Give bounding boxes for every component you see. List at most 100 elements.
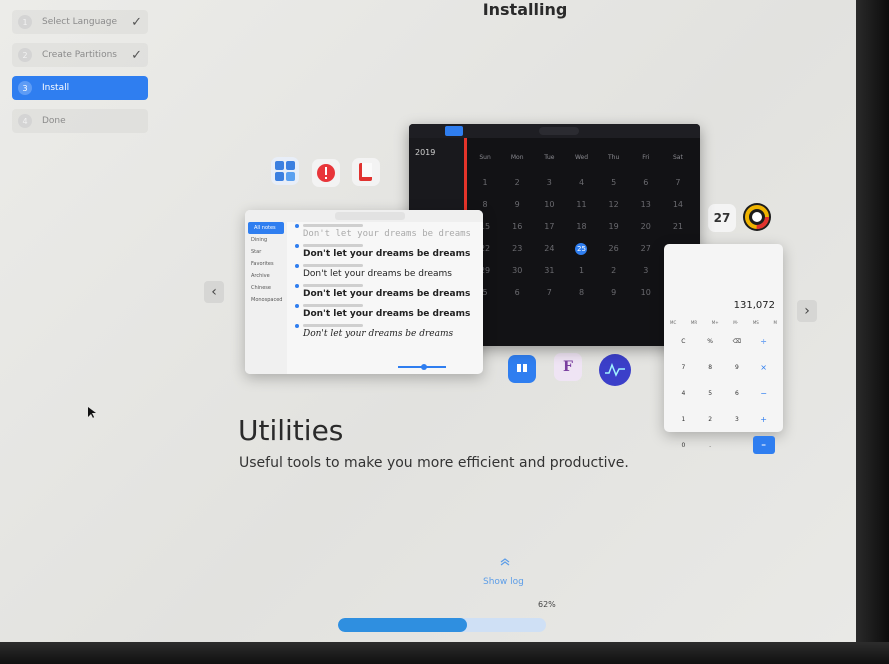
calculator-key: 7 — [681, 363, 686, 371]
slide-heading: Utilities — [238, 414, 344, 447]
calendar-day: 7 — [546, 288, 552, 297]
show-log-button[interactable]: Show log — [483, 577, 524, 587]
calendar-day: 1 — [482, 178, 488, 187]
calculator-key: 1 — [681, 415, 686, 423]
font-manager-app-icon: F — [554, 353, 582, 381]
weekday-label: Sat — [672, 154, 683, 161]
notes-sidebar-item: Archive — [251, 273, 270, 279]
memory-key: M — [773, 320, 777, 325]
calculator-key: = — [752, 436, 775, 454]
calendar-day: 23 — [512, 244, 523, 253]
step-label: Select Language — [42, 17, 118, 27]
calendar-day: 25 — [575, 243, 588, 255]
memory-key: MS — [752, 320, 759, 325]
weekday-label: Mon — [510, 154, 524, 161]
note-text: Don't let your dreams be dreams — [303, 249, 471, 259]
step-create-partitions: 2 Create Partitions ✓ — [12, 43, 148, 67]
calculator-key: 8 — [708, 363, 713, 371]
calendar-day: 27 — [640, 244, 651, 253]
calendar-day: 19 — [608, 222, 619, 231]
note-text: Don't let your dreams be dreams — [303, 229, 471, 239]
notes-sidebar-item: Favorites — [251, 261, 274, 267]
note-entry: Don't let your dreams be dreams — [293, 244, 473, 264]
slide-description: Useful tools to make you more efficient … — [239, 455, 629, 471]
calendar-day: 10 — [544, 200, 555, 209]
weekday-label: Thu — [607, 154, 620, 161]
calculator-memory-row: MC MR M+ M- MS M — [670, 320, 777, 325]
calendar-week-row: 1 2 3 4 5 6 7 — [469, 172, 694, 194]
memory-key: M- — [733, 320, 739, 325]
step-install: 3 Install — [12, 76, 148, 100]
calculator-key: 4 — [681, 389, 686, 397]
step-number: 2 — [18, 48, 32, 62]
notes-search-field — [335, 212, 405, 220]
calendar-week-row: 2930311234 — [469, 260, 694, 282]
note-meta — [303, 304, 363, 307]
voice-note-app-icon — [508, 355, 536, 383]
note-meta — [303, 324, 363, 327]
security-app-icon — [312, 159, 340, 187]
calendar-day: 6 — [514, 288, 520, 297]
calendar-day: 1 — [578, 266, 585, 275]
calendar-day: 10 — [640, 288, 651, 297]
calendar-day: 31 — [544, 266, 555, 275]
calculator-key: 9 — [734, 363, 739, 371]
calendar-day: 2 — [611, 266, 617, 275]
calendar-day: 16 — [512, 222, 523, 231]
install-progress-bar — [338, 618, 546, 632]
calendar-day: 8 — [578, 288, 585, 297]
zoom-slider-knob — [421, 364, 427, 370]
notes-list: Don't let your dreams be dreams Don't let… — [293, 224, 473, 344]
note-text: Don't let your dreams be dreams — [303, 309, 471, 319]
memory-key: MC — [670, 320, 677, 325]
calendar-day: 17 — [544, 222, 555, 231]
calendar-day: 9 — [611, 288, 617, 297]
step-select-language: 1 Select Language ✓ — [12, 10, 148, 34]
page-title: Installing — [482, 0, 568, 19]
calendar-day: 9 — [514, 200, 520, 209]
note-meta — [303, 264, 363, 267]
chevron-up-icon[interactable] — [500, 558, 510, 569]
calendar-day: 18 — [576, 222, 587, 231]
notes-sidebar-item: Dining — [251, 237, 268, 243]
monitor-bezel — [856, 0, 889, 664]
calendar-toolbar — [409, 124, 700, 138]
note-meta — [303, 244, 363, 247]
calculator-key: % — [707, 337, 713, 345]
calendar-day: 20 — [640, 222, 651, 231]
calculator-key: 0 — [681, 441, 686, 449]
weekday-label: Fri — [642, 154, 650, 161]
calculator-key: 6 — [734, 389, 739, 397]
audio-app-icon — [599, 354, 631, 386]
calculator-key: × — [760, 362, 767, 372]
calculator-key: 3 — [734, 415, 739, 423]
calculator-keypad: C% ⌫ ÷ 7 8 9 × 4 5 6 − 1 2 3 +0. = — [670, 332, 777, 454]
calendar-day: 6 — [643, 178, 649, 187]
previous-slide-button[interactable]: ‹ — [204, 281, 224, 303]
calculator-key: 2 — [708, 415, 713, 423]
calculator-key: − — [760, 388, 767, 398]
calendar-day: 3 — [643, 266, 649, 275]
calendar-year: 2019 — [415, 148, 436, 157]
calculator-preview-window: 131,072 MC MR M+ M- MS M C% ⌫ ÷ 7 8 9 × 4 5 6 − 1 2 3 +0. = — [664, 244, 783, 454]
memory-key: M+ — [711, 320, 719, 325]
note-entry: Don't let your dreams be dreams — [293, 264, 473, 284]
calculator-key: ⌫ — [732, 337, 742, 345]
calendar-week-row: 8 9 10 11 12 13 14 — [469, 194, 694, 216]
next-slide-button[interactable]: › — [797, 300, 817, 322]
notes-sidebar-item: Star — [251, 249, 262, 255]
calculator-key: . — [709, 441, 712, 449]
calculator-key: ÷ — [760, 336, 767, 346]
monitor-bezel — [0, 642, 889, 664]
check-icon: ✓ — [131, 47, 142, 63]
check-icon: ✓ — [131, 14, 142, 30]
weekday-label: Wed — [574, 154, 589, 161]
note-entry: Don't let your dreams be dreams — [293, 284, 473, 304]
note-dot — [295, 264, 299, 268]
note-dot — [295, 224, 299, 228]
weekday-label: Tue — [544, 154, 555, 161]
mouse-cursor-icon — [88, 404, 96, 423]
note-entry: Don't let your dreams be dreams — [293, 224, 473, 244]
calculator-app-icon — [271, 157, 299, 185]
notes-sidebar: All notes Dining Star Favorites Archive Chine… — [245, 222, 287, 374]
